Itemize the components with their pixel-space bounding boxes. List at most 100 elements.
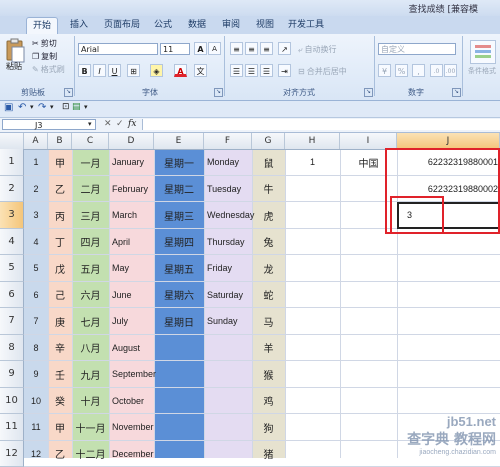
cell-f7[interactable]: Sunday bbox=[205, 308, 252, 335]
cell-g2[interactable]: 牛 bbox=[252, 176, 285, 203]
tab-page-layout[interactable]: 页面布局 bbox=[100, 17, 144, 33]
clipboard-launcher-icon[interactable]: ↘ bbox=[64, 88, 73, 97]
row-header[interactable]: 4 bbox=[0, 229, 24, 256]
open-file-icon[interactable]: ⊡ bbox=[62, 102, 70, 112]
cell-f1[interactable]: Monday bbox=[205, 149, 252, 176]
column-header-f[interactable]: F bbox=[204, 133, 252, 149]
align-top-button[interactable]: ≡ bbox=[230, 42, 243, 55]
cell-g8[interactable]: 羊 bbox=[252, 335, 285, 362]
cell-d4[interactable]: April bbox=[110, 229, 154, 256]
number-format-select[interactable]: 自定义 bbox=[378, 43, 456, 55]
cell-c9[interactable]: 九月 bbox=[72, 361, 109, 388]
tab-developer[interactable]: 开发工具 bbox=[286, 17, 326, 33]
cancel-entry-icon[interactable]: ✕ bbox=[104, 119, 112, 129]
cell-i11[interactable] bbox=[340, 414, 397, 441]
cell-i8[interactable] bbox=[340, 335, 397, 362]
customize-qat-icon[interactable]: ▾ bbox=[84, 103, 88, 111]
insert-function-icon[interactable]: fx bbox=[128, 119, 136, 129]
font-name-select[interactable]: Arial bbox=[78, 43, 158, 55]
cell-h9[interactable] bbox=[285, 361, 340, 388]
row-header[interactable]: 1 bbox=[0, 149, 24, 176]
cell-a1[interactable]: 1 bbox=[24, 149, 48, 176]
cell-g5[interactable]: 龙 bbox=[252, 255, 285, 282]
cell-c1[interactable]: 一月 bbox=[72, 149, 109, 176]
cell-h10[interactable] bbox=[285, 388, 340, 415]
cell-c5[interactable]: 五月 bbox=[72, 255, 109, 282]
tab-home[interactable]: 开始 bbox=[26, 17, 58, 34]
cell-e7[interactable]: 星期日 bbox=[154, 308, 204, 335]
align-center-button[interactable]: ☰ bbox=[245, 64, 258, 77]
cell-i12[interactable] bbox=[340, 441, 397, 467]
cell-c3[interactable]: 三月 bbox=[72, 202, 109, 229]
cell-g12[interactable]: 猪 bbox=[252, 441, 285, 467]
cell-a12[interactable]: 12 bbox=[24, 441, 48, 467]
cell-i10[interactable] bbox=[340, 388, 397, 415]
percent-button[interactable]: % bbox=[395, 64, 408, 77]
cell-b7[interactable]: 庚 bbox=[48, 308, 72, 335]
cell-c4[interactable]: 四月 bbox=[72, 229, 109, 256]
cell-h5[interactable] bbox=[285, 255, 340, 282]
cell-h11[interactable] bbox=[285, 414, 340, 441]
increase-decimal-button[interactable]: .0 bbox=[430, 64, 443, 77]
cell-i7[interactable] bbox=[340, 308, 397, 335]
cell-f3[interactable]: Wednesday bbox=[205, 202, 252, 229]
font-size-select[interactable]: 11 bbox=[160, 43, 190, 55]
cell-h2[interactable] bbox=[285, 176, 340, 203]
cell-d6[interactable]: June bbox=[110, 282, 154, 309]
bold-button[interactable]: B bbox=[78, 64, 91, 77]
redo-dropdown-icon[interactable]: ▾ bbox=[50, 103, 54, 111]
tab-formulas[interactable]: 公式 bbox=[150, 17, 176, 33]
cell-c2[interactable]: 二月 bbox=[72, 176, 109, 203]
cell-j5[interactable] bbox=[397, 255, 500, 282]
cell-f8[interactable] bbox=[205, 335, 252, 362]
cell-e6[interactable]: 星期六 bbox=[154, 282, 204, 309]
cell-b2[interactable]: 乙 bbox=[48, 176, 72, 203]
cell-b10[interactable]: 癸 bbox=[48, 388, 72, 415]
cell-g4[interactable]: 兔 bbox=[252, 229, 285, 256]
cell-d2[interactable]: February bbox=[110, 176, 154, 203]
cell-g3[interactable]: 虎 bbox=[252, 202, 285, 229]
cell-a4[interactable]: 4 bbox=[24, 229, 48, 256]
row-header[interactable]: 11 bbox=[0, 414, 24, 441]
align-middle-button[interactable]: ≡ bbox=[245, 42, 258, 55]
comma-button[interactable]: , bbox=[412, 64, 425, 77]
cell-d10[interactable]: October bbox=[110, 388, 154, 415]
cell-f11[interactable] bbox=[205, 414, 252, 441]
cell-b4[interactable]: 丁 bbox=[48, 229, 72, 256]
tab-view[interactable]: 视图 bbox=[252, 17, 278, 33]
cell-e5[interactable]: 星期五 bbox=[154, 255, 204, 282]
cell-b3[interactable]: 丙 bbox=[48, 202, 72, 229]
save-icon[interactable]: ▣ bbox=[4, 102, 13, 113]
select-all-corner[interactable] bbox=[0, 133, 24, 149]
row-header[interactable]: 6 bbox=[0, 282, 24, 309]
cell-e10[interactable] bbox=[154, 388, 204, 415]
font-color-button[interactable]: A bbox=[174, 64, 187, 77]
cell-e4[interactable]: 星期四 bbox=[154, 229, 204, 256]
cell-f6[interactable]: Saturday bbox=[205, 282, 252, 309]
name-box[interactable]: J3 bbox=[2, 119, 96, 130]
cell-i6[interactable] bbox=[340, 282, 397, 309]
cell-c10[interactable]: 十月 bbox=[72, 388, 109, 415]
cell-i9[interactable] bbox=[340, 361, 397, 388]
cell-j8[interactable] bbox=[397, 335, 500, 362]
column-header-g[interactable]: G bbox=[252, 133, 285, 149]
cell-b6[interactable]: 己 bbox=[48, 282, 72, 309]
name-box-dropdown-icon[interactable]: ▾ bbox=[88, 120, 92, 128]
cell-f2[interactable]: Tuesday bbox=[205, 176, 252, 203]
cell-a10[interactable]: 10 bbox=[24, 388, 48, 415]
cell-j9[interactable] bbox=[397, 361, 500, 388]
conditional-format-button[interactable] bbox=[470, 40, 496, 64]
cell-b5[interactable]: 戊 bbox=[48, 255, 72, 282]
row-header[interactable]: 8 bbox=[0, 335, 24, 362]
cell-d8[interactable]: August bbox=[110, 335, 154, 362]
cell-b11[interactable]: 甲 bbox=[48, 414, 72, 441]
cell-f10[interactable] bbox=[205, 388, 252, 415]
column-header-e[interactable]: E bbox=[154, 133, 204, 149]
column-header-d[interactable]: D bbox=[109, 133, 154, 149]
redo-icon[interactable]: ↷ bbox=[38, 102, 46, 113]
row-header[interactable]: 9 bbox=[0, 361, 24, 388]
cell-h12[interactable] bbox=[285, 441, 340, 467]
alignment-launcher-icon[interactable]: ↘ bbox=[364, 88, 373, 97]
cell-g9[interactable]: 猴 bbox=[252, 361, 285, 388]
cell-e1[interactable]: 星期一 bbox=[154, 149, 204, 176]
